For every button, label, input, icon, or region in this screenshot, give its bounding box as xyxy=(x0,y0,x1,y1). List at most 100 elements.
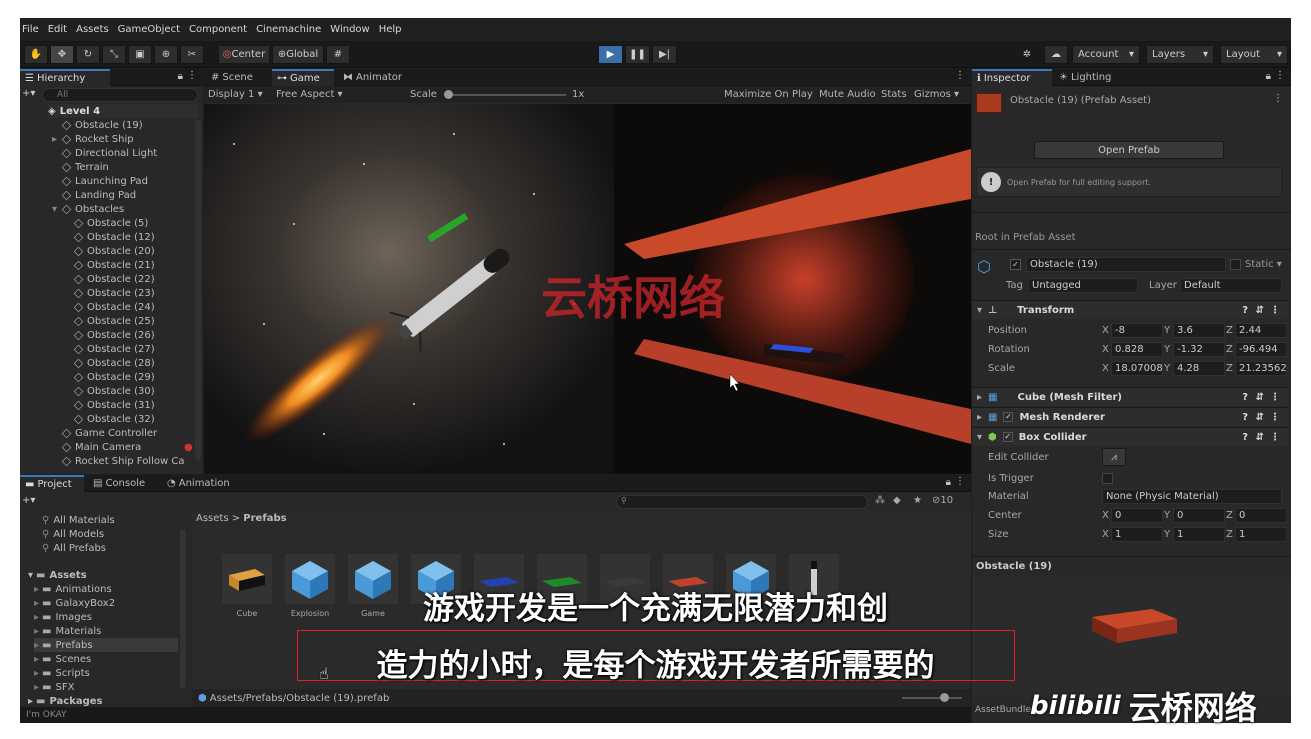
hierarchy-item[interactable]: Obstacle (32) xyxy=(73,412,198,426)
hierarchy-item[interactable]: Obstacle (23) xyxy=(73,286,198,300)
hierarchy-scrollbar[interactable] xyxy=(195,120,201,460)
pivot-center-button[interactable]: ◎ Center xyxy=(218,45,270,64)
center-y-field[interactable]: 0 xyxy=(1173,508,1225,523)
position-y-field[interactable]: 3.6 xyxy=(1173,323,1225,338)
tab-scene[interactable]: # Scene xyxy=(206,69,270,86)
lock-icon[interactable]: 🔒︎ xyxy=(178,71,183,82)
lock-icon[interactable]: 🔒︎ xyxy=(1266,71,1271,82)
menu-window[interactable]: Window xyxy=(330,24,369,35)
scale-y-field[interactable]: 4.28 xyxy=(1173,361,1225,376)
preset-icon[interactable]: ⇵ xyxy=(1256,412,1264,423)
size-y-field[interactable]: 1 xyxy=(1173,527,1225,542)
expand-arrow-icon[interactable]: ▸ xyxy=(52,134,57,145)
hierarchy-item[interactable]: Obstacle (30) xyxy=(73,384,198,398)
hidden-count[interactable]: ⊘10 xyxy=(932,495,953,506)
rect-tool-icon[interactable]: ▣ xyxy=(128,45,152,64)
enabled-checkbox[interactable]: ✓ xyxy=(1002,432,1013,442)
static-dropdown[interactable]: Static ▾ xyxy=(1245,259,1282,270)
more-icon[interactable]: ⋮ xyxy=(1270,432,1280,443)
custom-tool-icon[interactable]: ✂ xyxy=(180,45,204,64)
favorite-item[interactable]: ⚲ All Prefabs xyxy=(42,541,106,555)
hierarchy-item[interactable]: ▾ Obstacles xyxy=(52,202,198,216)
hierarchy-item[interactable]: Obstacle (21) xyxy=(73,258,198,272)
favorite-item[interactable]: ⚲ All Models xyxy=(42,527,104,541)
hierarchy-item[interactable]: Obstacle (5) xyxy=(73,216,198,230)
hierarchy-item[interactable]: Obstacle (24) xyxy=(73,300,198,314)
static-checkbox[interactable] xyxy=(1230,259,1241,270)
hierarchy-item[interactable]: Landing Pad xyxy=(61,188,198,202)
material-field[interactable]: None (Physic Material) xyxy=(1102,489,1282,504)
help-icon[interactable]: ? xyxy=(1242,305,1248,316)
more-icon[interactable]: ⋮ xyxy=(1270,305,1280,316)
step-button[interactable]: ▶| xyxy=(652,45,677,64)
favorite-item[interactable]: ⚲ All Materials xyxy=(42,513,115,527)
hierarchy-item[interactable]: Obstacle (31) xyxy=(73,398,198,412)
name-field[interactable]: Obstacle (19) xyxy=(1026,257,1226,272)
packages-root[interactable]: ▸ ▬ Packages xyxy=(28,694,103,708)
menu-cinemachine[interactable]: Cinemachine xyxy=(256,24,321,35)
more-icon[interactable]: ⋮ xyxy=(955,70,965,81)
tab-animation[interactable]: ◔ Animation xyxy=(162,475,242,492)
rotate-tool-icon[interactable]: ↻ xyxy=(76,45,100,64)
help-icon[interactable]: ? xyxy=(1242,432,1248,443)
aspect-dropdown[interactable]: Free Aspect ▾ xyxy=(276,89,343,100)
is-trigger-checkbox[interactable] xyxy=(1102,473,1113,484)
hierarchy-item[interactable]: Obstacle (19) xyxy=(61,118,198,132)
scale-z-field[interactable]: 21.23562 xyxy=(1235,361,1287,376)
more-icon[interactable]: ⋮ xyxy=(1273,93,1283,104)
size-z-field[interactable]: 1 xyxy=(1235,527,1287,542)
tab-project[interactable]: ▬ Project xyxy=(20,475,84,492)
position-z-field[interactable]: 2.44 xyxy=(1235,323,1287,338)
hierarchy-item[interactable]: Obstacle (28) xyxy=(73,356,198,370)
center-x-field[interactable]: 0 xyxy=(1111,508,1163,523)
hierarchy-search-input[interactable]: All xyxy=(42,88,198,102)
account-dropdown[interactable]: Account ▾ xyxy=(1072,45,1140,64)
more-icon[interactable]: ⋮ xyxy=(955,476,965,487)
tag-dropdown[interactable]: Untagged xyxy=(1028,278,1138,293)
collab-icon[interactable]: ✲ xyxy=(1015,45,1039,64)
help-icon[interactable]: ? xyxy=(1242,392,1248,403)
center-z-field[interactable]: 0 xyxy=(1235,508,1287,523)
stats-toggle[interactable]: Stats xyxy=(881,89,907,100)
scale-x-field[interactable]: 18.07008 xyxy=(1111,361,1163,376)
cloud-icon[interactable]: ☁ xyxy=(1044,45,1068,64)
edit-collider-button[interactable]: ⩘ xyxy=(1102,448,1126,466)
mute-audio-toggle[interactable]: Mute Audio xyxy=(819,89,876,100)
hierarchy-item[interactable]: Obstacle (20) xyxy=(73,244,198,258)
more-icon[interactable]: ⋮ xyxy=(1270,392,1280,403)
position-x-field[interactable]: -8 xyxy=(1111,323,1163,338)
hand-tool-icon[interactable]: ✋ xyxy=(24,45,48,64)
more-icon[interactable]: ⋮ xyxy=(187,70,197,81)
tab-lighting[interactable]: ☀ Lighting xyxy=(1054,69,1124,86)
transform-header[interactable]: ▾ ⊥ Transform? ⇵ ⋮ xyxy=(972,300,1288,319)
expand-arrow-icon[interactable]: ▾ xyxy=(52,204,57,215)
menu-component[interactable]: Component xyxy=(189,24,247,35)
layers-dropdown[interactable]: Layers ▾ xyxy=(1146,45,1214,64)
tab-hierarchy[interactable]: ☰ Hierarchy xyxy=(20,69,110,86)
maximize-on-play-toggle[interactable]: Maximize On Play xyxy=(724,89,813,100)
scale-slider[interactable] xyxy=(444,90,566,99)
rotation-x-field[interactable]: 0.828 xyxy=(1111,342,1163,357)
project-search-input[interactable]: ⚲ xyxy=(616,495,868,509)
favorite-icon[interactable]: ★ xyxy=(913,495,922,506)
rotation-z-field[interactable]: -96.494 xyxy=(1235,342,1287,357)
pause-button[interactable]: ❚❚ xyxy=(625,45,650,64)
gizmos-dropdown[interactable]: Gizmos ▾ xyxy=(914,89,959,100)
tab-console[interactable]: ▤ Console xyxy=(88,475,158,492)
hierarchy-item[interactable]: Obstacle (25) xyxy=(73,314,198,328)
tab-game[interactable]: ⊶ Game xyxy=(272,69,334,86)
grid-snap-icon[interactable]: # xyxy=(326,45,350,64)
hierarchy-item[interactable]: Obstacle (22) xyxy=(73,272,198,286)
hierarchy-item[interactable]: Obstacle (27) xyxy=(73,342,198,356)
hierarchy-item[interactable]: Launching Pad xyxy=(61,174,198,188)
hierarchy-item[interactable]: Terrain xyxy=(61,160,198,174)
display-dropdown[interactable]: Display 1 ▾ xyxy=(208,89,263,100)
preset-icon[interactable]: ⇵ xyxy=(1256,432,1264,443)
menu-file[interactable]: File xyxy=(22,24,39,35)
assets-root[interactable]: ▾ ▬ Assets xyxy=(28,568,87,582)
more-icon[interactable]: ⋮ xyxy=(1275,70,1285,81)
lock-icon[interactable]: 🔒︎ xyxy=(946,477,951,488)
hierarchy-item[interactable]: Obstacle (29) xyxy=(73,370,198,384)
layer-dropdown[interactable]: Default xyxy=(1180,278,1282,293)
transform-tool-icon[interactable]: ⊕ xyxy=(154,45,178,64)
